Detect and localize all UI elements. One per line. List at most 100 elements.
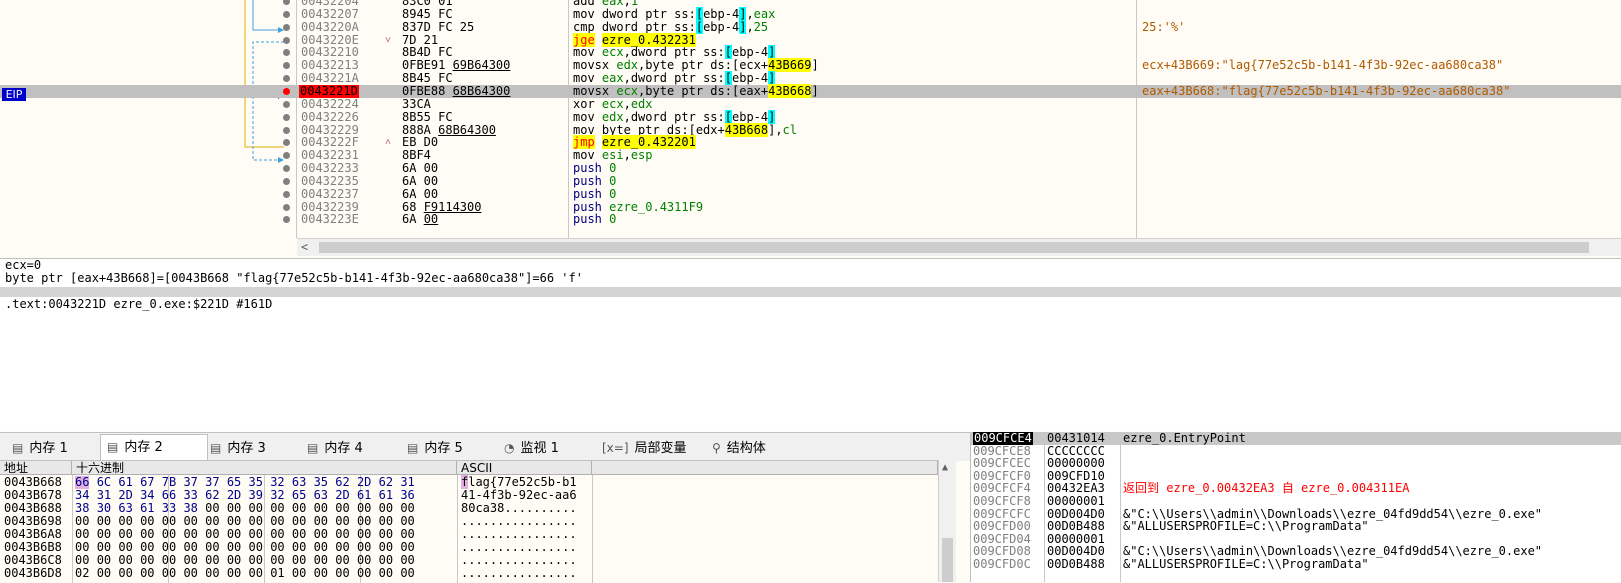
instruction-address[interactable]: 00432226: [301, 110, 359, 124]
disassembly-pane[interactable]: 00432204 83C0 01 add eax,1 00432207 8945 FC m…: [0, 0, 1621, 257]
dump-header-hex[interactable]: 十六进制: [72, 461, 457, 475]
dump-tabs: ▤ 内存 1 ▤ 内存 2 ▤ 内存 3 ▤ 内存 4 ▤ 内存 5 ◔ 监视 1 [x=] 局部变量 ⚲ 结…: [0, 432, 970, 462]
scroll-thumb[interactable]: [942, 538, 953, 582]
dump-header-address[interactable]: 地址: [0, 461, 72, 475]
instruction-address[interactable]: 00432235: [301, 174, 359, 188]
tab-label: 内存 2: [124, 440, 163, 455]
tab-8[interactable]: ⚲ 结构体: [706, 436, 802, 461]
instruction-comment: 25:'%': [1142, 19, 1186, 34]
scroll-thumb[interactable]: [319, 242, 1589, 253]
tab-label: 内存 3: [227, 441, 266, 456]
instruction-text[interactable]: cmp dword ptr ss:[ebp-4],25: [573, 19, 768, 34]
breakpoint-dot-icon[interactable]: [283, 165, 290, 173]
tab-1[interactable]: ▤ 内存 1: [6, 436, 102, 461]
tab-label: 内存 4: [324, 441, 363, 456]
tab-label: 监视 1: [520, 441, 559, 456]
stack-comment: ezre_0.EntryPoint: [1123, 431, 1246, 445]
tab-3[interactable]: ▤ 内存 3: [204, 436, 303, 461]
dump-header-empty: [592, 461, 938, 475]
breakpoint-dot-icon[interactable]: [283, 203, 290, 211]
disasm-row[interactable]: 0043223E 6A 00 push 0: [0, 213, 1621, 226]
stack-pane[interactable]: 009CFCE4 00431014 ezre_0.EntryPoint 009CFCE…: [970, 432, 1621, 582]
breakpoint-dot-icon[interactable]: [283, 10, 290, 18]
tab-label: 局部变量: [634, 441, 687, 456]
tab-7[interactable]: [x=] 局部变量: [596, 436, 708, 461]
dump-header-ascii[interactable]: ASCII: [457, 461, 592, 475]
memory-icon: ▤: [307, 441, 319, 455]
instruction-text[interactable]: push 0: [573, 213, 616, 226]
instruction-address[interactable]: 00432224: [301, 97, 359, 111]
instruction-address[interactable]: 0043220A: [301, 20, 359, 34]
disasm-row[interactable]: ˅ 0043220E 7D 21 jge ezre_0.432231: [0, 32, 1621, 47]
instruction-address[interactable]: 00432237: [301, 187, 359, 201]
breakpoint-dot-icon[interactable]: [283, 100, 290, 108]
breakpoint-dot-icon[interactable]: [283, 36, 290, 44]
breakpoint-dot-icon[interactable]: [283, 177, 290, 185]
dump-hex[interactable]: 02 00 00 00 00 00 00 00 00 01 00 00 00 0…: [75, 567, 415, 580]
splitter[interactable]: [0, 287, 1621, 297]
scroll-left-icon[interactable]: <: [301, 239, 308, 256]
dump-vertical-scrollbar[interactable]: ▲: [938, 460, 956, 582]
disasm-row[interactable]: 00432226 8B55 FC mov edx,dword ptr ss:[ebp…: [0, 109, 1621, 124]
breakpoint-dot-icon[interactable]: [283, 49, 290, 57]
disasm-row[interactable]: 00432237 6A 00 push 0: [0, 187, 1621, 201]
disasm-row[interactable]: 00432235 6A 00 push 0: [0, 173, 1621, 188]
disasm-row[interactable]: 00432224 33CA xor ecx,edx: [0, 96, 1621, 111]
disasm-row[interactable]: 00432207 8945 FC mov dword ptr ss:[ebp-4],…: [0, 6, 1621, 21]
memory-icon: ▤: [407, 441, 419, 455]
jump-down-icon: ˅: [385, 34, 392, 46]
tab-2[interactable]: ▤ 内存 2: [100, 434, 208, 462]
breakpoint-dot-icon[interactable]: [283, 62, 290, 70]
tab-6[interactable]: ◔ 监视 1: [498, 436, 598, 461]
tab-label: 内存 1: [29, 441, 68, 456]
disasm-row[interactable]: ˄ 0043222F EB D0 jmp ezre_0.432201: [0, 135, 1621, 150]
instruction-address[interactable]: 00432207: [301, 7, 359, 21]
locals-icon: [x=]: [602, 441, 629, 455]
memory-icon: ▤: [210, 441, 222, 455]
disasm-row[interactable]: 00432233 6A 00 push 0: [0, 162, 1621, 175]
instruction-address[interactable]: 0043221D: [299, 84, 359, 98]
instruction-bytes: 0FBE88 68B64300: [402, 83, 511, 98]
tab-5[interactable]: ▤ 内存 5: [401, 436, 500, 461]
stack-comment: &"ALLUSERSPROFILE=C:\\ProgramData": [1123, 519, 1369, 534]
stack-comment: &"ALLUSERSPROFILE=C:\\ProgramData": [1123, 557, 1369, 571]
breakpoint-dot-icon[interactable]: [283, 216, 290, 224]
disasm-row[interactable]: 00432213 0FBE91 69B64300 movsx edx,byte pt…: [0, 58, 1621, 73]
memory-dump-pane[interactable]: 地址 十六进制 ASCII 0043B668 66 6C 61 67 7B 37 …: [0, 460, 955, 583]
breakpoint-dot-icon[interactable]: [283, 0, 290, 5]
breakpoint-dot-icon[interactable]: [283, 23, 290, 31]
breakpoint-dot-icon[interactable]: [283, 113, 290, 121]
location-text: .text:0043221D ezre_0.exe:$221D #161D: [5, 297, 273, 311]
breakpoint-dot-icon[interactable]: [283, 87, 290, 95]
horizontal-scrollbar[interactable]: <: [297, 238, 1621, 256]
jump-up-icon: ˄: [385, 137, 392, 149]
disasm-row[interactable]: 0043220A 837D FC 25 cmp dword ptr ss:[ebp-…: [0, 19, 1621, 34]
disasm-row[interactable]: 00432231 8BF4 mov esi,esp: [0, 149, 1621, 162]
instruction-comment: ecx+43B669:"lag{77e52c5b-b141-4f3b-92ec-…: [1142, 58, 1504, 73]
stack-row[interactable]: 009CFD0C 00D0B488 &"ALLUSERSPROFILE=C:\\Pr…: [971, 558, 1621, 571]
instruction-bytes: 6A 00: [402, 173, 439, 188]
scroll-up-icon[interactable]: ▲: [942, 462, 948, 473]
tab-4[interactable]: ▤ 内存 4: [301, 436, 403, 461]
tab-label: 结构体: [726, 441, 766, 456]
disasm-row[interactable]: 0043221D 0FBE88 68B64300 movsx ecx,byte pt…: [0, 83, 1621, 98]
dump-address[interactable]: 0043B6D8: [4, 567, 62, 580]
memory-icon: ▤: [12, 441, 24, 455]
stack-address[interactable]: 009CFD0C: [973, 558, 1031, 571]
instruction-address[interactable]: 0043223E: [301, 213, 359, 226]
breakpoint-dot-icon[interactable]: [283, 126, 290, 134]
info-pane: ecx=0 byte ptr [eax+43B668]=[0043B668 "f…: [0, 258, 1621, 288]
disasm-row[interactable]: 00432229 888A 68B64300 mov byte ptr ds:[ed…: [0, 122, 1621, 137]
breakpoint-dot-icon[interactable]: [283, 152, 290, 160]
instruction-bytes: 8945 FC: [402, 6, 453, 21]
instruction-bytes: 6A 00: [402, 212, 439, 227]
instruction-bytes: 33CA: [402, 96, 431, 111]
dump-ascii[interactable]: ................: [461, 567, 577, 580]
breakpoint-dot-icon[interactable]: [283, 75, 290, 83]
disasm-row[interactable]: 00432204 83C0 01 add eax,1: [0, 0, 1621, 8]
breakpoint-dot-icon[interactable]: [283, 190, 290, 198]
stack-value[interactable]: 00D0B488: [1047, 558, 1105, 571]
disasm-row[interactable]: 00432239 68 F9114300 push ezre_0.4311F9: [0, 200, 1621, 214]
breakpoint-dot-icon[interactable]: [283, 139, 290, 147]
memory-icon: ▤: [107, 440, 119, 454]
